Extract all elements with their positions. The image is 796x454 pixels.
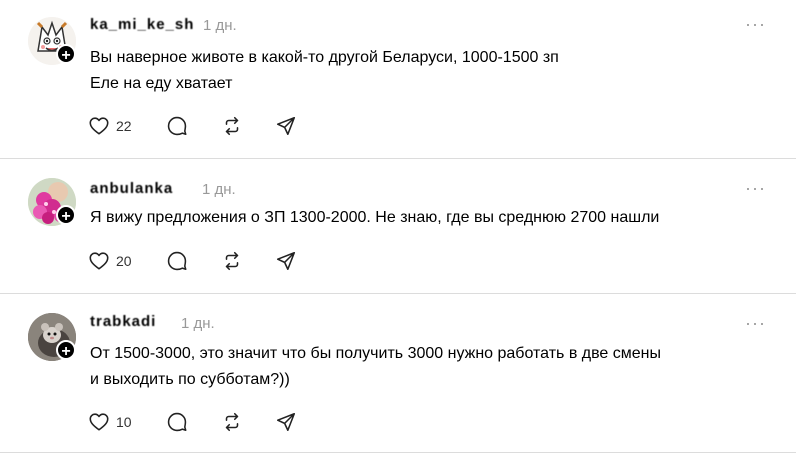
send-icon <box>276 116 296 136</box>
reply-button[interactable] <box>166 114 188 138</box>
send-icon <box>276 412 296 432</box>
post-time: 1 дн. <box>202 181 236 198</box>
like-count: 22 <box>116 118 132 134</box>
post-time: 1 дн. <box>181 315 215 332</box>
more-dots-icon[interactable]: ··· <box>745 14 766 35</box>
divider <box>0 293 796 294</box>
repost-button[interactable] <box>221 249 243 273</box>
reply-button[interactable] <box>166 410 188 434</box>
like-button[interactable]: 20 <box>88 249 132 273</box>
username[interactable]: anbulanka <box>90 180 173 197</box>
comment-text-line: От 1500-3000, это значит что бы получить… <box>90 345 661 362</box>
heart-icon <box>89 413 109 431</box>
repost-icon <box>225 251 239 271</box>
divider <box>0 452 796 453</box>
comment-text-line: Еле на еду хватает <box>90 75 233 92</box>
repost-icon <box>225 116 239 136</box>
like-count: 10 <box>116 414 132 430</box>
follow-plus-icon[interactable]: + <box>56 340 76 360</box>
repost-icon <box>225 412 239 432</box>
avatar[interactable]: + <box>28 313 76 361</box>
repost-button[interactable] <box>221 410 243 434</box>
comment-icon <box>167 251 187 271</box>
avatar[interactable]: + <box>28 178 76 226</box>
repost-button[interactable] <box>221 114 243 138</box>
send-icon <box>276 251 296 271</box>
comment-text-line: Вы наверное животе в какой-то другой Бел… <box>90 49 559 66</box>
like-button[interactable]: 10 <box>88 410 132 434</box>
share-button[interactable] <box>275 114 297 138</box>
heart-icon <box>89 117 109 135</box>
share-button[interactable] <box>275 249 297 273</box>
like-button[interactable]: 22 <box>88 114 132 138</box>
follow-plus-icon[interactable]: + <box>56 205 76 225</box>
comment-icon <box>167 116 187 136</box>
reply-button[interactable] <box>166 249 188 273</box>
follow-plus-icon[interactable]: + <box>56 44 76 64</box>
post-time: 1 дн. <box>203 17 237 34</box>
more-dots-icon[interactable]: ··· <box>745 313 766 334</box>
comment-text-line: Я вижу предложения о ЗП 1300-2000. Не зн… <box>90 209 660 226</box>
share-button[interactable] <box>275 410 297 434</box>
comments-feed: + ka_mi_ke_sh 1 дн. ··· Вы наверное живо… <box>0 0 796 454</box>
avatar[interactable]: + <box>28 17 76 65</box>
like-count: 20 <box>116 253 132 269</box>
username[interactable]: ka_mi_ke_sh <box>90 16 194 33</box>
comment-text-line: и выходить по субботам?)) <box>90 371 290 388</box>
more-dots-icon[interactable]: ··· <box>745 178 766 199</box>
heart-icon <box>89 252 109 270</box>
username[interactable]: trabkadi <box>90 313 156 330</box>
divider <box>0 158 796 159</box>
comment-icon <box>167 412 187 432</box>
